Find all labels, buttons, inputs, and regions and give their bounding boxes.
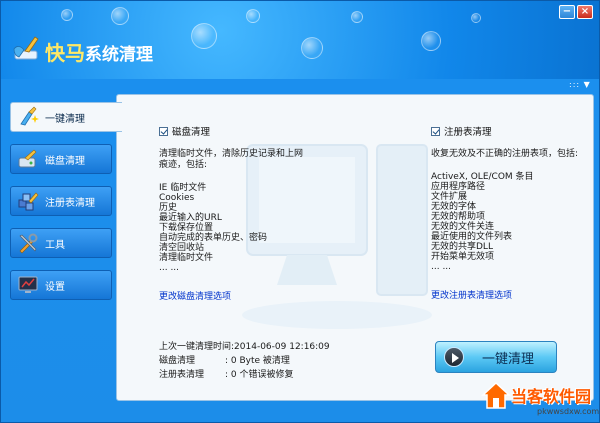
registry-clean-section: 注册表清理 收复无效及不正确的注册表项，包括: ActiveX, OLE/COM… — [431, 125, 593, 301]
disk-clean-checkbox[interactable] — [159, 126, 168, 136]
list-item: ... ... — [159, 263, 180, 273]
close-button[interactable]: × — [577, 5, 593, 19]
last-clean-row: 上次一键清理时间: 2014-06-09 12:16:09 — [159, 340, 330, 354]
list-item: 无效的文件关连 — [431, 222, 495, 232]
main-body: 一键清理 磁盘清理 注册表清理 工具 设置 磁盘清理 清理临时文件，清除历史记录… — [6, 94, 594, 406]
tools-icon — [19, 233, 38, 254]
clean-stats: 上次一键清理时间: 2014-06-09 12:16:09 磁盘清理 : 0 B… — [159, 340, 330, 382]
list-item: 历史 — [159, 203, 178, 213]
sidebar-item-label: 工具 — [45, 239, 65, 251]
list-item: 应用程序路径 — [431, 182, 486, 192]
disk-stat-row: 磁盘清理 : 0 Byte 被清理 — [159, 354, 330, 368]
one-click-clean-button[interactable]: 一键清理 — [435, 341, 557, 373]
app-title: 快马系统清理 — [45, 37, 153, 66]
bubble-decoration — [61, 9, 73, 21]
broom-sparkle-icon — [20, 106, 39, 126]
sidebar-item-label: 设置 — [45, 281, 65, 293]
settings-monitor-icon — [18, 276, 38, 293]
disk-clean-checkbox-row[interactable]: 磁盘清理 — [159, 125, 339, 138]
disk-clean-title: 磁盘清理 — [172, 127, 211, 138]
bubble-decoration — [471, 13, 481, 23]
one-click-clean-panel: 磁盘清理 清理临时文件，清除历史记录和上网痕迹，包括: IE 临时文件 Cook… — [116, 94, 594, 401]
bubble-decoration — [246, 9, 260, 23]
bubble-decoration — [351, 11, 363, 23]
site-watermark-url: pkwwsdxw.com — [537, 407, 600, 416]
list-item: 下载保存位置 — [159, 223, 214, 233]
sidebar-item-label: 注册表清理 — [45, 197, 95, 209]
main-menu-button[interactable]: ::: ▼ — [569, 80, 591, 89]
sidebar: 一键清理 磁盘清理 注册表清理 工具 设置 — [6, 94, 122, 406]
registry-clean-options-link[interactable]: 更改注册表清理选项 — [431, 288, 593, 301]
sidebar-item-one-click-clean[interactable]: 一键清理 — [10, 102, 122, 132]
list-item: 最近输入的URL — [159, 213, 222, 223]
bubble-decoration — [301, 37, 323, 59]
disk-stat-label: 磁盘清理 — [159, 356, 196, 366]
sidebar-item-disk-clean[interactable]: 磁盘清理 — [10, 144, 112, 174]
disk-clean-section: 磁盘清理 清理临时文件，清除历史记录和上网痕迹，包括: IE 临时文件 Cook… — [159, 125, 339, 302]
list-item: ActiveX, OLE/COM 条目 — [431, 172, 534, 182]
disk-brush-icon — [18, 149, 37, 168]
disk-clean-item-list: IE 临时文件 Cookies 历史 最近输入的URL 下载保存位置 自动完成的… — [159, 183, 339, 273]
bubble-decoration — [421, 31, 441, 51]
play-icon — [444, 347, 464, 367]
bubble-decoration — [111, 7, 129, 25]
registry-clean-title: 注册表清理 — [444, 127, 492, 138]
site-watermark: 当客软件园 pkwwsdxw.com — [481, 381, 600, 421]
list-item: IE 临时文件 — [159, 183, 207, 193]
registry-stat-label: 注册表清理 — [159, 370, 205, 380]
registry-clean-checkbox-row[interactable]: 注册表清理 — [431, 125, 593, 138]
disk-clean-options-link[interactable]: 更改磁盘清理选项 — [159, 289, 339, 302]
list-item: ... ... — [431, 262, 452, 272]
list-item: 清空回收站 — [159, 243, 205, 253]
list-item: 无效的帮助项 — [431, 212, 486, 222]
registry-cubes-icon — [18, 192, 39, 211]
sidebar-item-label: 磁盘清理 — [45, 155, 85, 167]
sidebar-item-settings[interactable]: 设置 — [10, 270, 112, 300]
one-click-clean-label: 一键清理 — [482, 351, 535, 367]
sidebar-item-tools[interactable]: 工具 — [10, 228, 112, 258]
registry-stat-row: 注册表清理 : 0 个错误被修复 — [159, 368, 330, 382]
house-logo-icon — [481, 381, 511, 409]
last-clean-label: 上次一键清理时间: — [159, 342, 235, 352]
title-bar[interactable]: 快马系统清理 − × — [1, 1, 599, 79]
app-window: 快马系统清理 − × ::: ▼ 一键清理 磁盘清理 注册表清理 工具 设置 磁… — [0, 0, 600, 423]
list-item: 文件扩展 — [431, 192, 468, 202]
disk-clean-description: 清理临时文件，清除历史记录和上网痕迹，包括: — [159, 149, 304, 170]
registry-clean-item-list: ActiveX, OLE/COM 条目 应用程序路径 文件扩展 无效的字体 无效… — [431, 172, 593, 272]
sidebar-item-label: 一键清理 — [45, 113, 85, 125]
last-clean-value: 2014-06-09 12:16:09 — [234, 342, 330, 352]
list-item: 最近使用的文件列表 — [431, 232, 513, 242]
minimize-button[interactable]: − — [559, 5, 575, 19]
app-title-suffix: 系统清理 — [85, 45, 153, 65]
site-watermark-name: 当客软件园 — [511, 387, 592, 406]
registry-clean-checkbox[interactable] — [431, 126, 440, 136]
broom-logo-icon — [13, 36, 39, 60]
list-item: 无效的字体 — [431, 202, 477, 212]
list-item: 清理临时文件 — [159, 253, 214, 263]
disk-stat-value: : 0 Byte 被清理 — [225, 356, 290, 366]
registry-clean-description: 收复无效及不正确的注册表项，包括: — [431, 149, 579, 159]
registry-stat-value: : 0 个错误被修复 — [225, 370, 294, 380]
list-item: 无效的共享DLL — [431, 242, 493, 252]
list-item: 自动完成的表单历史、密码 — [159, 233, 268, 243]
list-item: Cookies — [159, 193, 195, 203]
app-title-brand: 快马 — [45, 41, 85, 65]
sidebar-item-registry-clean[interactable]: 注册表清理 — [10, 186, 112, 216]
bubble-decoration — [191, 23, 217, 49]
list-item: 开始菜单无效项 — [431, 252, 495, 262]
